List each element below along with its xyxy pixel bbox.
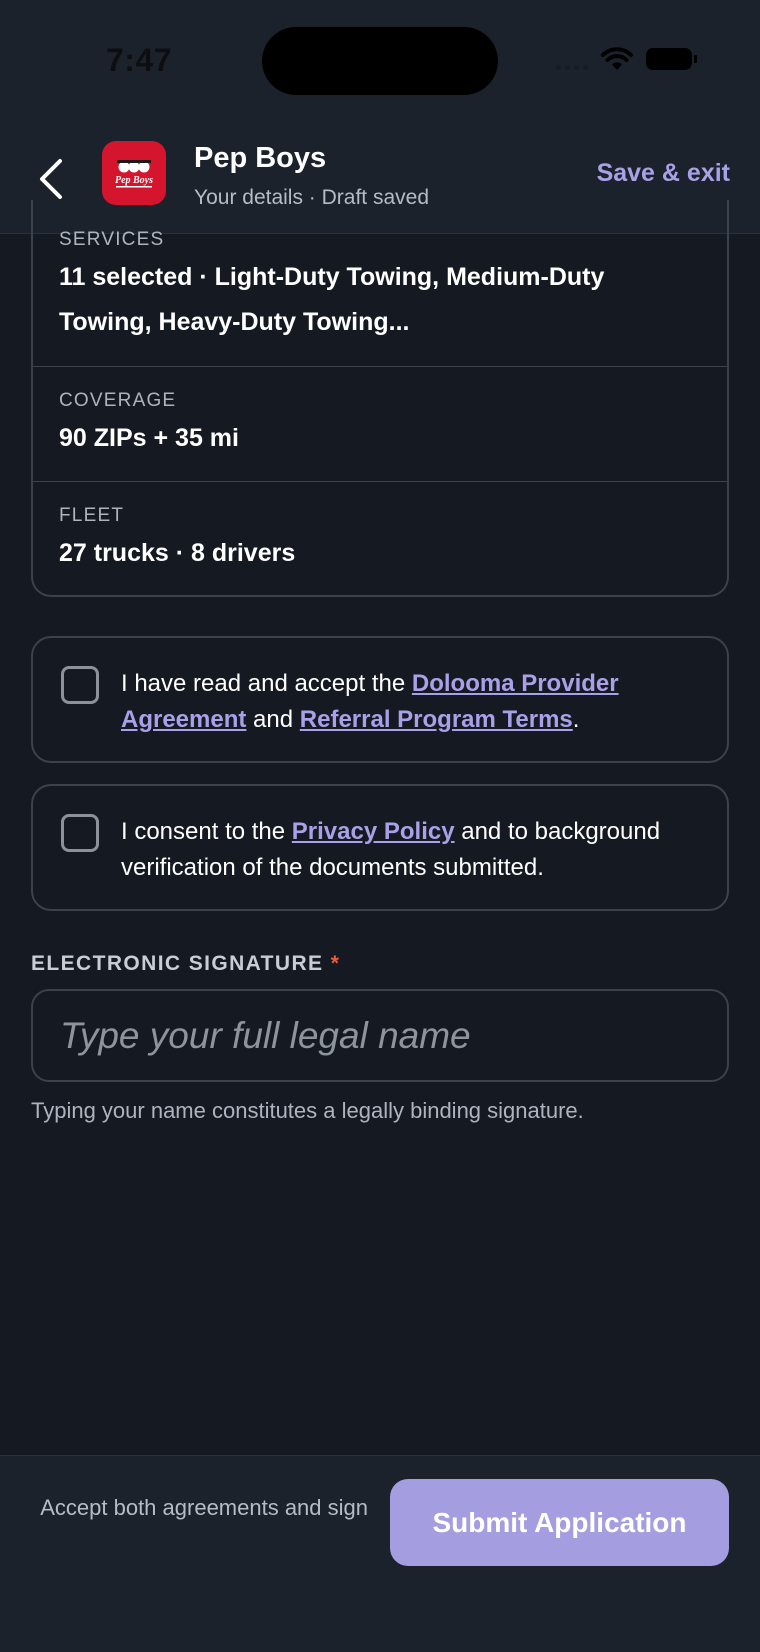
fleet-value: 27 trucks · 8 drivers: [59, 539, 296, 567]
coverage-label: COVERAGE: [59, 390, 177, 411]
summary-card: SERVICES 11 selected · Light-Duty Towing…: [31, 200, 729, 597]
privacy-consent-text: I consent to the Privacy Policy and to b…: [121, 814, 707, 886]
cellular-signal-icon: [556, 48, 588, 70]
provider-agreement-checkbox[interactable]: [61, 666, 99, 704]
services-value: 11 selected · Light-Duty Towing, Medium-…: [59, 263, 605, 336]
privacy-policy-link[interactable]: Privacy Policy: [292, 818, 455, 845]
dynamic-island: [262, 27, 498, 95]
footer-bar: Accept both agreements and sign Submit A…: [0, 1455, 760, 1652]
summary-services: SERVICES 11 selected · Light-Duty Towing…: [33, 229, 727, 345]
consent-text-part: I consent to the: [121, 818, 292, 845]
submit-application-button[interactable]: Submit Application: [390, 1479, 729, 1566]
consent-text-part: I have read and accept the: [121, 670, 412, 697]
privacy-consent[interactable]: I consent to the Privacy Policy and to b…: [31, 784, 729, 911]
coverage-value: 90 ZIPs + 35 mi: [59, 424, 239, 452]
battery-icon: [646, 48, 697, 70]
privacy-consent-checkbox[interactable]: [61, 814, 99, 852]
page-title: Pep Boys: [194, 142, 327, 174]
status-bar: 7:47: [0, 0, 760, 124]
signature-help-text: Typing your name constitutes a legally b…: [31, 1098, 584, 1123]
consent-text-part: .: [572, 706, 580, 733]
provider-agreement-text: I have read and accept the Dolooma Provi…: [121, 666, 707, 738]
consent-text-part: and: [246, 706, 300, 733]
brand-logo: Pep Boys: [102, 141, 166, 205]
status-time: 7:47: [106, 42, 173, 78]
summary-coverage: COVERAGE 90 ZIPs + 35 mi: [33, 390, 727, 461]
required-mark: *: [330, 952, 341, 975]
signature-label-text: ELECTRONIC SIGNATURE: [31, 952, 324, 975]
status-icons: [556, 46, 697, 72]
row-divider: [33, 481, 727, 482]
footer-hint: Accept both agreements and sign: [40, 1495, 368, 1520]
signature-input[interactable]: [31, 989, 729, 1082]
brand-logo-text: Pep Boys: [115, 175, 153, 186]
chevron-left-icon: [40, 159, 62, 199]
row-divider: [33, 366, 727, 367]
signature-label: ELECTRONIC SIGNATURE *: [31, 952, 340, 976]
wifi-icon: [601, 47, 633, 70]
services-label: SERVICES: [59, 229, 165, 250]
referral-terms-link[interactable]: Referral Program Terms: [300, 706, 573, 733]
summary-fleet: FLEET 27 trucks · 8 drivers: [33, 505, 727, 576]
fleet-label: FLEET: [59, 505, 125, 526]
save-exit-button[interactable]: Save & exit: [597, 159, 730, 188]
back-button[interactable]: [34, 148, 74, 208]
provider-agreement-consent[interactable]: I have read and accept the Dolooma Provi…: [31, 636, 729, 763]
